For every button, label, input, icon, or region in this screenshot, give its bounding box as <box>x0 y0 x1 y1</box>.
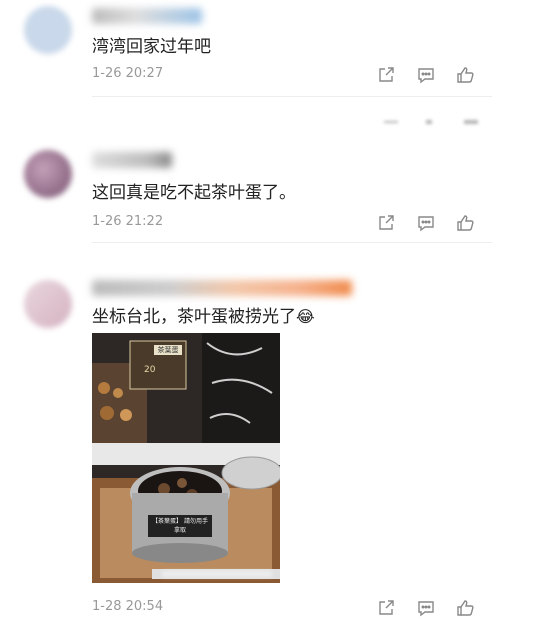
comment-time: 1-26 21:22 <box>92 214 164 229</box>
comment-time: 1-26 20:27 <box>92 66 164 81</box>
divider <box>92 242 492 243</box>
photo-cooker-label: 【茶葉蛋】 請勿用手拿取 <box>152 518 208 534</box>
share-icon[interactable] <box>376 598 396 618</box>
avatar[interactable] <box>24 6 72 54</box>
username-blurred[interactable] <box>92 280 352 296</box>
comment-actions <box>376 598 476 618</box>
comment-text: 这回真是吃不起茶叶蛋了。 <box>92 183 296 203</box>
photo-illustration <box>92 333 280 583</box>
photo-price-text: 20 <box>144 365 156 375</box>
username-blurred[interactable] <box>92 152 172 168</box>
comment-1: 湾湾回家过年吧 1-26 20:27 <box>0 0 550 110</box>
comment-icon[interactable] <box>416 598 436 618</box>
watermark <box>162 571 272 577</box>
laughing-tears-emoji-icon: 😂 <box>296 307 315 326</box>
comment-photo[interactable]: 茶葉蛋 20 【茶葉蛋】 請勿用手拿取 <box>92 333 280 583</box>
comment-icon[interactable] <box>416 65 436 85</box>
thumbs-up-icon[interactable] <box>456 65 476 85</box>
comment-text-body: 坐标台北，茶叶蛋被捞光了 <box>92 307 296 327</box>
comment-2: 这回真是吃不起茶叶蛋了。 1-26 21:22 <box>0 140 550 250</box>
avatar[interactable] <box>24 150 72 198</box>
faded-partial-row <box>380 117 480 125</box>
comment-text: 坐标台北，茶叶蛋被捞光了😂 <box>92 302 315 327</box>
photo-sign-text: 茶葉蛋 <box>157 346 179 354</box>
username-blurred[interactable] <box>92 8 202 24</box>
divider <box>92 96 492 97</box>
comment-text: 湾湾回家过年吧 <box>92 37 211 57</box>
comment-icon[interactable] <box>416 213 436 233</box>
share-icon[interactable] <box>376 65 396 85</box>
thumbs-up-icon[interactable] <box>456 213 476 233</box>
thumbs-up-icon[interactable] <box>456 598 476 618</box>
avatar[interactable] <box>24 280 72 328</box>
share-icon[interactable] <box>376 213 396 233</box>
comment-actions <box>376 213 476 233</box>
comment-actions <box>376 65 476 85</box>
comment-time: 1-28 20:54 <box>92 599 164 614</box>
